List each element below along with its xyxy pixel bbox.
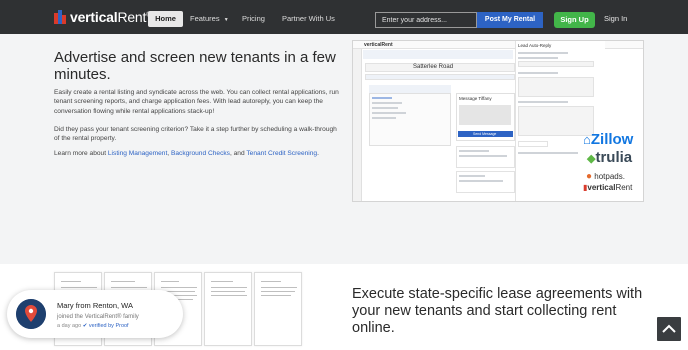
nav-features-label: Features	[190, 14, 220, 23]
mock-logo: verticalRent	[364, 42, 393, 48]
address-search-input[interactable]	[375, 12, 477, 28]
mock-address: Satterlee Road	[413, 64, 454, 70]
hero-headline: Advertise and screen new tenants in a fe…	[54, 49, 336, 83]
hero-paragraph-2: Did they pass your tenant screening crit…	[54, 126, 337, 143]
mock-message-label: Message Tiffany	[459, 96, 492, 101]
background-checks-link[interactable]: Background Checks	[171, 150, 230, 157]
verified-check-icon: ✔	[82, 323, 88, 329]
scroll-to-top-button[interactable]	[657, 317, 681, 341]
zillow-logo: ⌂Zillow	[583, 131, 634, 148]
verticalrent-logo[interactable]: verticalRent®	[54, 8, 151, 26]
sign-up-button[interactable]: Sign Up	[554, 12, 595, 28]
listing-management-link[interactable]: Listing Management	[108, 150, 167, 157]
hotpads-icon: ●	[586, 171, 593, 182]
chevron-up-icon	[662, 324, 676, 333]
page: verticalRent® Home Features ▼ Pricing Pa…	[0, 0, 688, 350]
top-navbar: verticalRent® Home Features ▼ Pricing Pa…	[0, 0, 688, 34]
nav-home-button[interactable]: Home	[148, 11, 183, 27]
nav-features-menu[interactable]: Features ▼	[190, 11, 229, 27]
hero-paragraph-3: Learn more about Listing Management, Bac…	[54, 150, 319, 157]
notification-time: a day ago	[57, 323, 82, 329]
mock-send-label: Send Message	[473, 132, 497, 136]
avatar	[16, 299, 46, 329]
notification-subtitle: joined the VerticalRent® family	[57, 314, 139, 320]
lease-document-thumbnail	[204, 272, 252, 346]
trulia-logo: ◆trulia	[587, 149, 633, 166]
social-proof-notification[interactable]: Mary from Renton, WA joined the Vertical…	[7, 290, 183, 338]
verified-label: verified by Proof	[88, 323, 129, 329]
nav-partner-link[interactable]: Partner With Us	[282, 11, 335, 27]
logo-text: Rent	[117, 9, 147, 25]
zillow-icon: ⌂	[583, 132, 591, 147]
post-my-rental-button[interactable]: Post My Rental	[477, 12, 543, 28]
lease-document-thumbnail	[254, 272, 302, 346]
tenant-credit-screening-link[interactable]: Tenant Credit Screening	[246, 150, 317, 157]
nav-pricing-link[interactable]: Pricing	[242, 11, 265, 27]
lease-headline: Execute state-specific lease agreements …	[352, 286, 643, 336]
logo-text-bold: vertical	[70, 9, 118, 25]
verticalrent-partner-logo: ▮verticalRent	[583, 183, 633, 192]
notification-name: Mary from Renton, WA	[57, 301, 133, 310]
notification-meta: a day ago ✔ verified by Proof	[57, 323, 129, 329]
location-map-icon	[16, 299, 46, 329]
sign-in-link[interactable]: Sign In	[604, 11, 627, 27]
hero-paragraph-1: Easily create a rental listing and syndi…	[54, 89, 339, 115]
hotpads-logo: ● hotpads.	[586, 171, 625, 182]
logo-mark-icon	[54, 10, 67, 24]
caret-down-icon: ▼	[223, 17, 229, 23]
mock-lead-label: Lead Auto-Reply	[518, 43, 552, 48]
